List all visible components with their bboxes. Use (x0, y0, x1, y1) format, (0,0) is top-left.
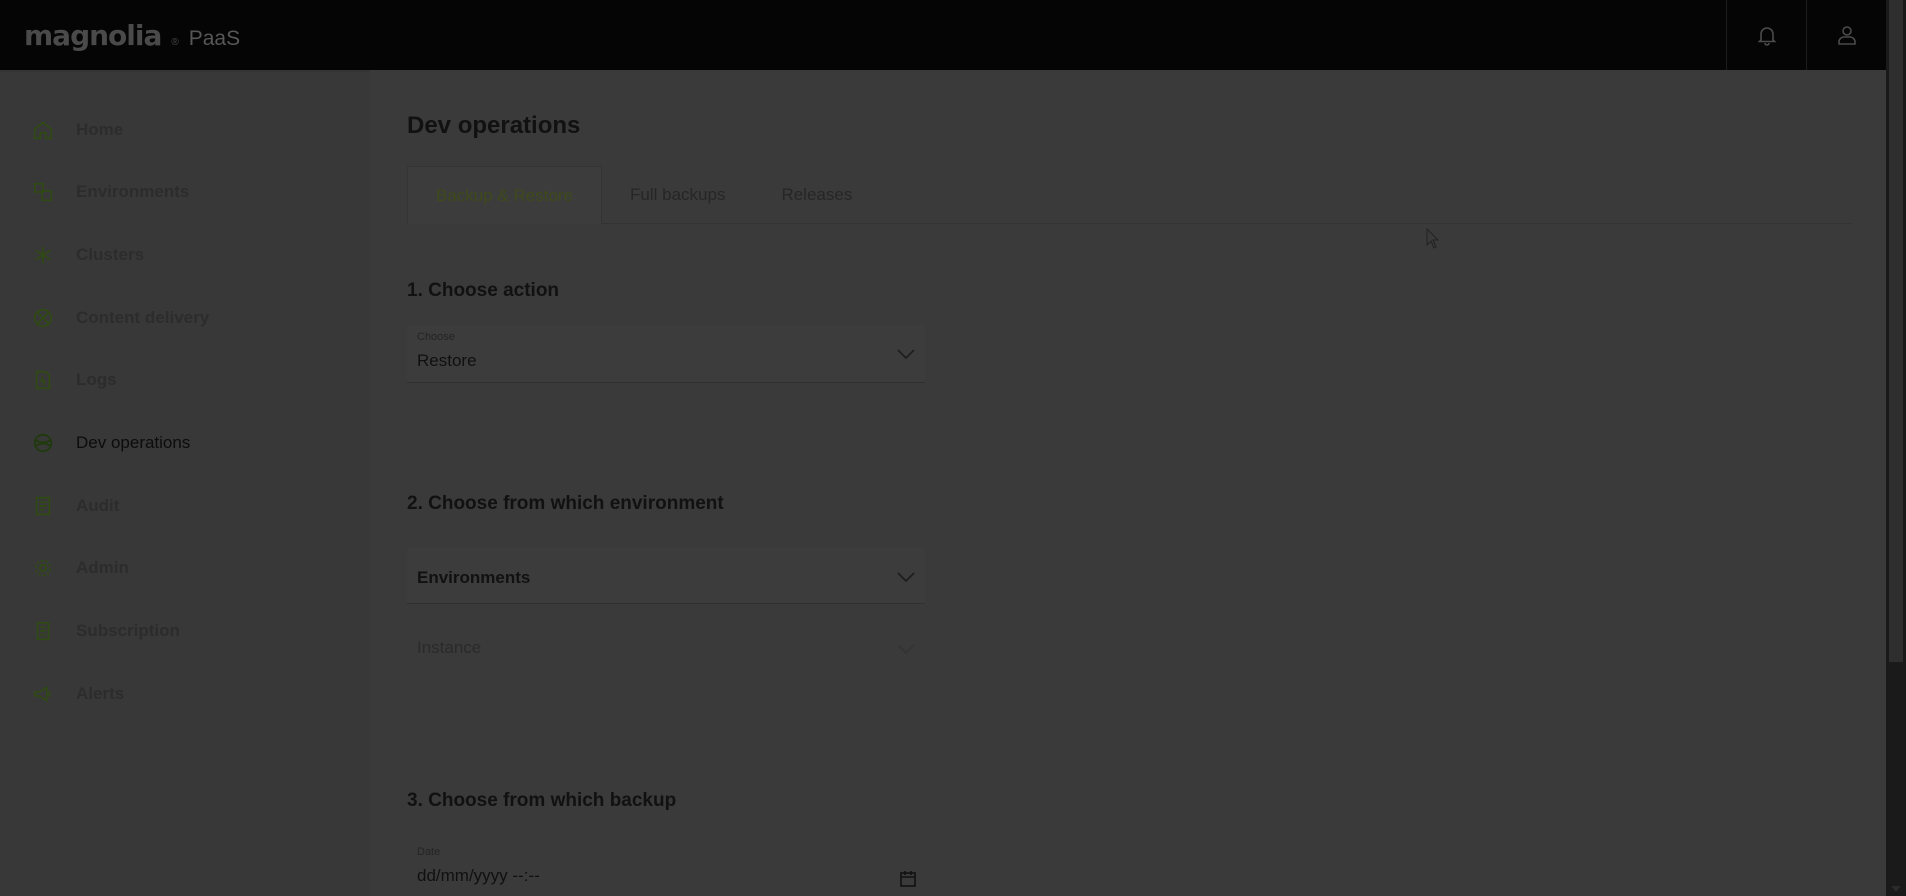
mouse-cursor-icon (1426, 228, 1440, 249)
home-icon (30, 117, 56, 143)
top-bar: magnolia ® PaaS (0, 0, 1886, 70)
instance-select[interactable]: Instance (407, 620, 925, 670)
scroll-down-arrow-icon[interactable] (1891, 886, 1901, 892)
logs-icon (30, 367, 56, 393)
sidebar-item-content-delivery[interactable]: Content delivery (30, 300, 209, 336)
subscription-icon (30, 618, 56, 644)
section-choose-environment-title: 2. Choose from which environment (407, 493, 724, 514)
tab-releases[interactable]: Releases (753, 166, 880, 224)
gear-icon (30, 555, 56, 581)
action-select-value: Restore (417, 351, 477, 370)
chevron-down-icon (897, 570, 915, 583)
chevron-down-icon (897, 347, 915, 360)
sidebar-item-label: Subscription (76, 621, 180, 640)
main-content: Dev operations Backup & Restore Full bac… (407, 70, 1852, 896)
content-delivery-icon (30, 305, 56, 331)
sidebar-item-home[interactable]: Home (30, 112, 123, 148)
sidebar-item-environments[interactable]: Environments (30, 174, 189, 210)
scrollbar-thumb[interactable] (1889, 0, 1903, 662)
megaphone-icon (30, 681, 56, 707)
instance-select-placeholder: Instance (417, 638, 482, 657)
environments-icon (30, 179, 56, 205)
sidebar-item-audit[interactable]: Audit (30, 488, 119, 524)
sidebar-item-label: Audit (76, 496, 120, 515)
environments-select-value: Environments (417, 568, 531, 587)
sidebar-item-logs[interactable]: Logs (30, 362, 117, 398)
chevron-down-icon (897, 642, 915, 655)
clusters-icon (30, 242, 56, 268)
sidebar-item-label: Admin (76, 558, 129, 577)
sidebar-item-clusters[interactable]: Clusters (30, 237, 144, 273)
dev-operations-icon (30, 430, 56, 456)
bell-icon (1757, 27, 1776, 46)
page-scrollbar[interactable] (1886, 0, 1906, 896)
action-select[interactable]: Choose Restore (407, 325, 925, 383)
environments-select[interactable]: Environments (407, 548, 925, 604)
sidebar-item-label: Content delivery (76, 308, 210, 327)
sidebar-item-label: Dev operations (76, 433, 191, 452)
logo-registered-mark: ® (171, 36, 179, 48)
action-select-caption: Choose (417, 331, 455, 343)
page-title: Dev operations (407, 112, 581, 139)
sidebar-item-label: Alerts (76, 684, 125, 703)
sidebar-item-label: Clusters (76, 245, 145, 264)
tab-backup-restore[interactable]: Backup & Restore (407, 166, 603, 224)
section-choose-action-title: 1. Choose action (407, 280, 560, 301)
sidebar-item-subscription[interactable]: Subscription (30, 613, 180, 649)
product-name: PaaS (188, 26, 241, 50)
app-logo[interactable]: magnolia ® PaaS (24, 19, 240, 52)
logo-text: magnolia (24, 18, 162, 52)
sidebar-item-alerts[interactable]: Alerts (30, 676, 124, 712)
notifications-button[interactable] (1726, 0, 1806, 70)
sidebar-item-label: Environments (76, 182, 190, 201)
tab-bar: Backup & Restore Full backups Releases (407, 166, 1852, 224)
tab-full-backups[interactable]: Full backups (602, 166, 753, 224)
date-input-placeholder: dd/mm/yyyy --:-- (417, 866, 540, 885)
audit-icon (30, 493, 56, 519)
sidebar-item-label: Home (76, 120, 124, 139)
sidebar: Home Environments Clusters Content deliv… (0, 70, 370, 896)
date-input-caption: Date (417, 846, 441, 858)
sidebar-item-admin[interactable]: Admin (30, 550, 129, 586)
user-menu-button[interactable] (1806, 0, 1886, 70)
backup-date-input[interactable]: Date dd/mm/yyyy --:-- (407, 840, 925, 896)
user-icon (1837, 26, 1856, 45)
sidebar-item-dev-operations[interactable]: Dev operations (30, 425, 190, 461)
calendar-icon[interactable] (899, 870, 917, 888)
section-choose-backup-title: 3. Choose from which backup (407, 790, 677, 811)
sidebar-item-label: Logs (76, 370, 117, 389)
